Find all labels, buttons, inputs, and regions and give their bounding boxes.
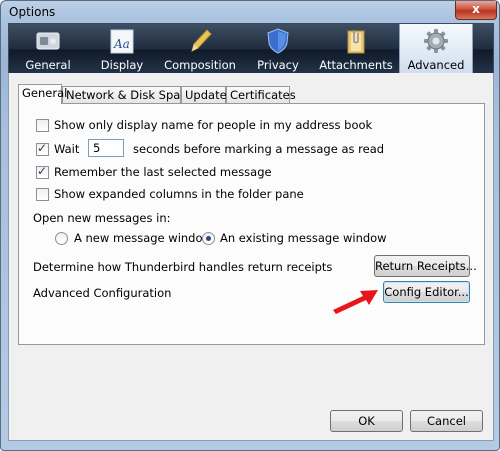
return-receipts-button[interactable]: Return Receipts... xyxy=(374,255,477,277)
new-window-label: A new message window xyxy=(74,231,212,245)
close-button[interactable]: x xyxy=(455,1,497,20)
cancel-button[interactable]: Cancel xyxy=(410,410,483,432)
tab-update[interactable]: Update xyxy=(181,86,227,103)
general-tab-content: Show only display name for people in my … xyxy=(18,103,485,345)
category-toolbar: General Aa Display Composition Privacy A… xyxy=(8,23,494,75)
red-arrow-annotation xyxy=(333,290,378,314)
paperclip-folder-icon xyxy=(347,30,365,54)
toolbar-item-privacy[interactable]: Privacy xyxy=(243,24,313,74)
toolbar-label-advanced: Advanced xyxy=(407,58,465,72)
config-editor-button[interactable]: Config Editor... xyxy=(383,281,470,303)
toolbar-item-advanced[interactable]: Advanced xyxy=(399,24,473,74)
wait-label: Wait xyxy=(54,142,80,156)
remember-last-label: Remember the last selected message xyxy=(54,165,272,179)
wait-suffix-label: seconds before marking a message as read xyxy=(133,142,385,156)
show-display-name-checkbox[interactable] xyxy=(36,119,49,132)
toolbar-item-attachments[interactable]: Attachments xyxy=(313,24,399,74)
window-title: Options xyxy=(9,5,56,19)
wait-seconds-input[interactable]: 5 xyxy=(88,139,124,157)
existing-window-radio[interactable] xyxy=(202,232,215,245)
advanced-panel: General Network & Disk Space Update Cert… xyxy=(8,73,494,441)
general-settings-icon xyxy=(36,32,60,50)
display-font-icon: Aa xyxy=(110,29,134,54)
new-window-radio[interactable] xyxy=(55,232,68,245)
receipts-text: Determine how Thunderbird handles return… xyxy=(33,260,333,274)
advanced-config-text: Advanced Configuration xyxy=(33,286,172,300)
show-display-name-label: Show only display name for people in my … xyxy=(54,118,373,132)
ok-button[interactable]: OK xyxy=(330,410,403,432)
close-icon: x xyxy=(472,2,480,16)
show-expanded-checkbox[interactable] xyxy=(36,188,49,201)
toolbar-label-attachments: Attachments xyxy=(319,58,393,72)
wait-checkbox[interactable] xyxy=(36,141,49,156)
tab-network-disk-space[interactable]: Network & Disk Space xyxy=(62,86,194,103)
existing-window-label: An existing message window xyxy=(220,231,387,245)
toolbar-label-display: Display xyxy=(100,58,144,72)
pencil-icon xyxy=(191,29,212,52)
show-expanded-label: Show expanded columns in the folder pane xyxy=(54,187,304,201)
toolbar-item-composition[interactable]: Composition xyxy=(157,24,243,74)
open-messages-heading: Open new messages in: xyxy=(33,211,171,225)
options-window: Options x General Aa Display Composition… xyxy=(0,0,500,451)
toolbar-item-display[interactable]: Aa Display xyxy=(87,24,157,74)
remember-last-checkbox[interactable] xyxy=(36,164,49,179)
gear-icon xyxy=(424,29,448,53)
tab-general[interactable]: General xyxy=(18,84,67,104)
shield-icon xyxy=(267,28,289,54)
toolbar-label-general: General xyxy=(25,58,71,72)
title-bar[interactable]: Options x xyxy=(1,1,499,23)
svg-text:Aa: Aa xyxy=(113,37,130,51)
toolbar-label-privacy: Privacy xyxy=(257,58,299,72)
toolbar-label-composition: Composition xyxy=(164,58,236,72)
toolbar-item-general[interactable]: General xyxy=(9,24,87,74)
tab-certificates[interactable]: Certificates xyxy=(226,86,296,103)
